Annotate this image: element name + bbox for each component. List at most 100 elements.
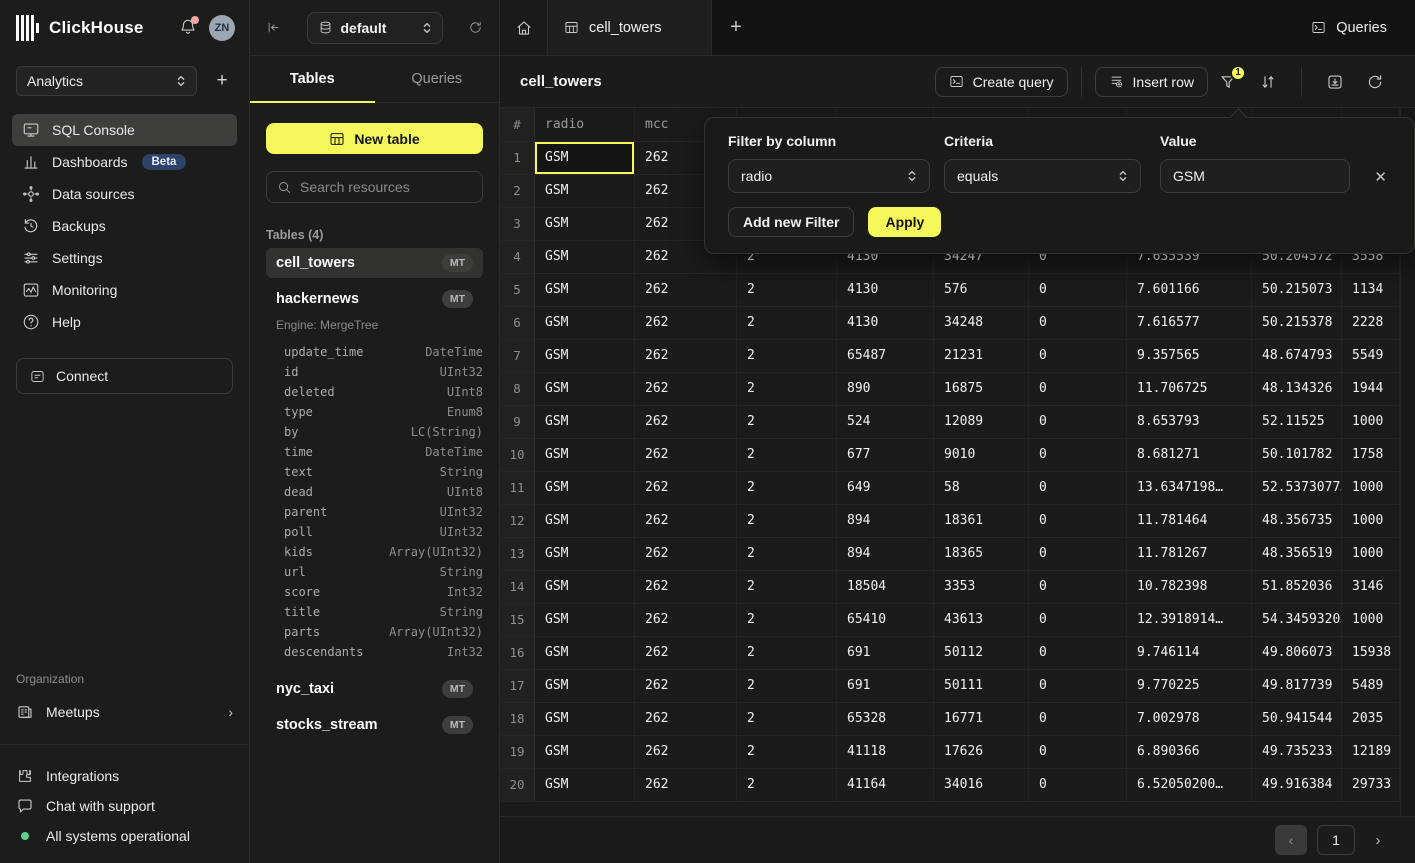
cell-radio[interactable]: GSM bbox=[535, 472, 635, 505]
cell-unit[interactable]: 0 bbox=[1029, 769, 1127, 802]
cell-lon[interactable]: 13.6347198… bbox=[1127, 472, 1252, 505]
create-query-button[interactable]: Create query bbox=[935, 67, 1068, 97]
cell-range[interactable]: 2228 bbox=[1342, 307, 1400, 340]
cell-lat[interactable]: 50.941544 bbox=[1252, 703, 1342, 736]
cell-net[interactable]: 2 bbox=[737, 703, 837, 736]
new-table-button[interactable]: New table bbox=[266, 123, 483, 154]
cell-unit[interactable]: 0 bbox=[1029, 637, 1127, 670]
cell-radio[interactable]: GSM bbox=[535, 736, 635, 769]
cell-unit[interactable]: 0 bbox=[1029, 373, 1127, 406]
cell-lat[interactable]: 49.817739 bbox=[1252, 670, 1342, 703]
cell-mcc[interactable]: 262 bbox=[635, 571, 737, 604]
cell-lat[interactable]: 49.806073 bbox=[1252, 637, 1342, 670]
cell-lat[interactable]: 52.5373077… bbox=[1252, 472, 1342, 505]
cell-range[interactable]: 5489 bbox=[1342, 670, 1400, 703]
sidebar-item-sql-console[interactable]: SQL Console bbox=[12, 114, 237, 146]
cell-lon[interactable]: 6.52050200… bbox=[1127, 769, 1252, 802]
cell-net[interactable]: 2 bbox=[737, 604, 837, 637]
cell-net[interactable]: 2 bbox=[737, 274, 837, 307]
cell-area[interactable]: 65410 bbox=[837, 604, 934, 637]
cell-net[interactable]: 2 bbox=[737, 439, 837, 472]
table-list-item-stocks-stream[interactable]: stocks_stream MT bbox=[266, 710, 483, 740]
cell-area[interactable]: 890 bbox=[837, 373, 934, 406]
cell-range[interactable]: 1000 bbox=[1342, 406, 1400, 439]
cell-unit[interactable]: 0 bbox=[1029, 505, 1127, 538]
cell-range[interactable]: 1944 bbox=[1342, 373, 1400, 406]
cell-net[interactable]: 2 bbox=[737, 505, 837, 538]
cell-mcc[interactable]: 262 bbox=[635, 538, 737, 571]
cell-range[interactable]: 12189 bbox=[1342, 736, 1400, 769]
sidebar-item-dashboards[interactable]: Dashboards Beta bbox=[12, 146, 237, 178]
cell-range[interactable]: 1000 bbox=[1342, 505, 1400, 538]
cell-radio[interactable]: GSM bbox=[535, 670, 635, 703]
cell-range[interactable]: 5549 bbox=[1342, 340, 1400, 373]
sidebar-item-integrations[interactable]: Integrations bbox=[16, 761, 233, 791]
cell-net[interactable]: 2 bbox=[737, 472, 837, 505]
filter-criteria-select[interactable]: equals bbox=[944, 159, 1141, 193]
sidebar-item-data-sources[interactable]: Data sources bbox=[12, 178, 237, 210]
cell-area[interactable]: 649 bbox=[837, 472, 934, 505]
cell-lon[interactable]: 9.357565 bbox=[1127, 340, 1252, 373]
add-workspace-button[interactable]: + bbox=[211, 70, 233, 92]
cell-radio[interactable]: GSM bbox=[535, 604, 635, 637]
cell-radio[interactable]: GSM bbox=[535, 340, 635, 373]
apply-filter-button[interactable]: Apply bbox=[868, 207, 941, 237]
cell-mcc[interactable]: 262 bbox=[635, 307, 737, 340]
collapse-left-icon[interactable] bbox=[266, 20, 281, 35]
cell-lat[interactable]: 48.674793 bbox=[1252, 340, 1342, 373]
cell-cell[interactable]: 50112 bbox=[934, 637, 1029, 670]
avatar[interactable]: ZN bbox=[209, 15, 235, 41]
table-list-item-cell-towers[interactable]: cell_towers MT bbox=[266, 248, 483, 278]
cell-lon[interactable]: 10.782398 bbox=[1127, 571, 1252, 604]
notifications-button[interactable] bbox=[179, 18, 197, 39]
search-input[interactable] bbox=[300, 179, 472, 195]
cell-lon[interactable]: 7.002978 bbox=[1127, 703, 1252, 736]
cell-unit[interactable]: 0 bbox=[1029, 604, 1127, 637]
tab-cell-towers[interactable]: cell_towers bbox=[548, 0, 712, 55]
cell-lon[interactable]: 9.770225 bbox=[1127, 670, 1252, 703]
queries-link[interactable]: Queries bbox=[1311, 0, 1387, 55]
cell-net[interactable]: 2 bbox=[737, 406, 837, 439]
cell-net[interactable]: 2 bbox=[737, 307, 837, 340]
table-list-item-nyc-taxi[interactable]: nyc_taxi MT bbox=[266, 674, 483, 704]
cell-cell[interactable]: 17626 bbox=[934, 736, 1029, 769]
filter-button[interactable]: 1 bbox=[1219, 73, 1237, 91]
cell-cell[interactable]: 18361 bbox=[934, 505, 1029, 538]
add-new-filter-button[interactable]: Add new Filter bbox=[728, 207, 854, 237]
cell-radio[interactable]: GSM bbox=[535, 274, 635, 307]
cell-cell[interactable]: 21231 bbox=[934, 340, 1029, 373]
cell-cell[interactable]: 43613 bbox=[934, 604, 1029, 637]
cell-unit[interactable]: 0 bbox=[1029, 439, 1127, 472]
table-list-item-hackernews[interactable]: hackernews MT bbox=[266, 284, 483, 314]
tab-tables[interactable]: Tables bbox=[250, 56, 375, 102]
cell-range[interactable]: 1134 bbox=[1342, 274, 1400, 307]
cell-radio[interactable]: GSM bbox=[535, 373, 635, 406]
cell-area[interactable]: 4130 bbox=[837, 274, 934, 307]
cell-cell[interactable]: 34016 bbox=[934, 769, 1029, 802]
sidebar-item-monitoring[interactable]: Monitoring bbox=[12, 274, 237, 306]
cell-net[interactable]: 2 bbox=[737, 769, 837, 802]
tab-queries[interactable]: Queries bbox=[375, 56, 500, 102]
cell-area[interactable]: 4130 bbox=[837, 307, 934, 340]
cell-area[interactable]: 691 bbox=[837, 637, 934, 670]
cell-lat[interactable]: 52.11525 bbox=[1252, 406, 1342, 439]
cell-unit[interactable]: 0 bbox=[1029, 307, 1127, 340]
cell-range[interactable]: 1000 bbox=[1342, 472, 1400, 505]
current-page[interactable]: 1 bbox=[1317, 825, 1355, 855]
filter-value-input[interactable] bbox=[1173, 168, 1337, 184]
cell-radio[interactable]: GSM bbox=[535, 406, 635, 439]
cell-radio[interactable]: GSM bbox=[535, 175, 635, 208]
system-status[interactable]: All systems operational bbox=[16, 821, 233, 851]
search-resources[interactable] bbox=[266, 171, 483, 203]
cell-area[interactable]: 41164 bbox=[837, 769, 934, 802]
workspace-select[interactable]: Analytics bbox=[16, 66, 197, 96]
cell-lat[interactable]: 49.916384 bbox=[1252, 769, 1342, 802]
cell-unit[interactable]: 0 bbox=[1029, 670, 1127, 703]
cell-cell[interactable]: 3353 bbox=[934, 571, 1029, 604]
refresh-button[interactable] bbox=[1366, 73, 1384, 91]
cell-area[interactable]: 894 bbox=[837, 538, 934, 571]
cell-range[interactable]: 1000 bbox=[1342, 538, 1400, 571]
home-tab[interactable] bbox=[500, 0, 548, 55]
cell-area[interactable]: 18504 bbox=[837, 571, 934, 604]
cell-area[interactable]: 691 bbox=[837, 670, 934, 703]
